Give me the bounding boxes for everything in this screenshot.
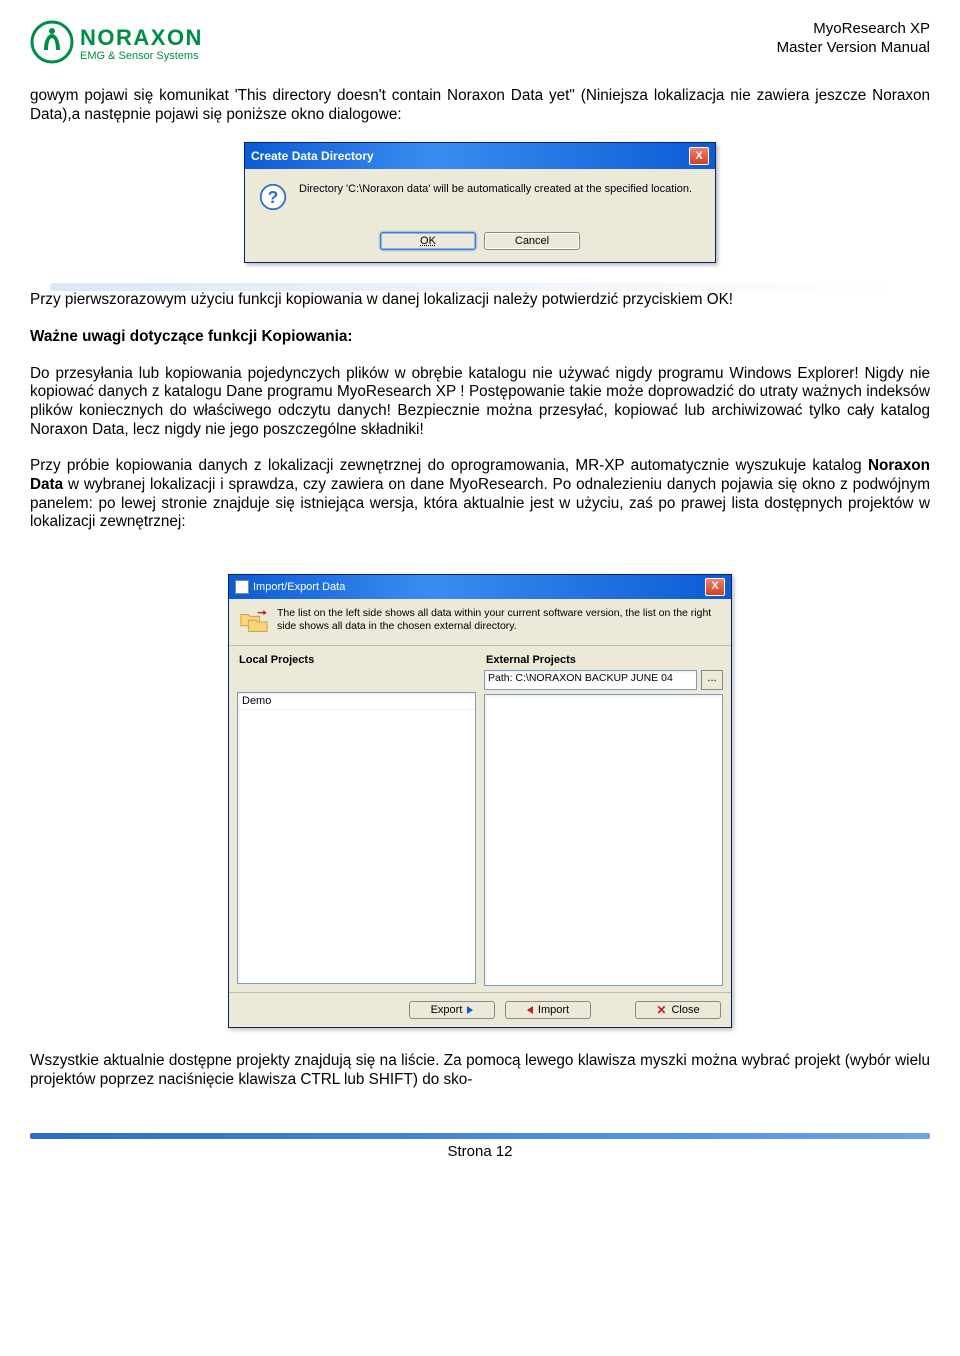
- dialog-import-export-wrap: Import/Export Data X The list on the lef…: [30, 574, 930, 1028]
- dialog-create-directory-wrap: Create Data Directory X ? Directory 'C:\…: [30, 142, 930, 263]
- dialog-create-directory: Create Data Directory X ? Directory 'C:\…: [244, 142, 716, 263]
- dialog2-info: The list on the left side shows all data…: [229, 599, 731, 646]
- logo-line2: EMG & Sensor Systems: [80, 51, 203, 62]
- external-projects-label: External Projects: [484, 652, 723, 670]
- external-projects-list[interactable]: [484, 694, 723, 986]
- logo-line1: NORAXON: [80, 27, 203, 49]
- local-projects-list[interactable]: Demo: [237, 692, 476, 984]
- external-path-field[interactable]: Path: C:\NORAXON BACKUP JUNE 04: [484, 670, 697, 690]
- folder-transfer-icon: [239, 607, 269, 637]
- paragraph-3-heading: Ważne uwagi dotyczące funkcji Kopiowania…: [30, 328, 930, 347]
- document-icon: [235, 580, 249, 594]
- page-header: NORAXON EMG & Sensor Systems MyoResearch…: [30, 20, 930, 69]
- paragraph-4: Do przesyłania lub kopiowania pojedynczy…: [30, 365, 930, 440]
- local-projects-panel: Local Projects Demo: [237, 652, 476, 986]
- paragraph-2: Przy pierwszorazowym użyciu funkcji kopi…: [30, 291, 930, 310]
- cancel-button[interactable]: Cancel: [484, 232, 580, 250]
- dialog2-title-left: Import/Export Data: [235, 580, 345, 594]
- header-right: MyoResearch XP Master Version Manual: [777, 20, 930, 58]
- close-button[interactable]: ✕ Close: [635, 1001, 721, 1019]
- body: gowym pojawi się komunikat 'This directo…: [30, 87, 930, 1089]
- paragraph-6: Wszystkie aktualnie dostępne projekty zn…: [30, 1052, 930, 1089]
- ok-button[interactable]: OK: [380, 232, 476, 250]
- doc-title-1: MyoResearch XP: [777, 20, 930, 39]
- dialog2-title: Import/Export Data: [253, 581, 345, 593]
- external-projects-panel: External Projects Path: C:\NORAXON BACKU…: [484, 652, 723, 986]
- paragraph-5: Przy próbie kopiowania danych z lokaliza…: [30, 457, 930, 532]
- page: NORAXON EMG & Sensor Systems MyoResearch…: [0, 0, 960, 1117]
- external-path-row: Path: C:\NORAXON BACKUP JUNE 04 ...: [484, 670, 723, 690]
- logo-mark-icon: [30, 20, 74, 69]
- svg-text:?: ?: [268, 187, 279, 207]
- x-icon: ✕: [656, 1004, 666, 1016]
- doc-title-2: Master Version Manual: [777, 39, 930, 58]
- dialog1-buttons: OK Cancel: [245, 228, 715, 262]
- browse-button[interactable]: ...: [701, 670, 723, 690]
- export-button[interactable]: Export: [409, 1001, 495, 1019]
- list-item[interactable]: Demo: [238, 693, 475, 710]
- dialog1-body: ? Directory 'C:\Noraxon data' will be au…: [245, 169, 715, 228]
- dialog-import-export: Import/Export Data X The list on the lef…: [228, 574, 732, 1028]
- p5-part-a: Przy próbie kopiowania danych z lokaliza…: [30, 457, 868, 474]
- dialog-shadow: [50, 283, 900, 291]
- import-button[interactable]: Import: [505, 1001, 591, 1019]
- dialog1-title: Create Data Directory: [251, 149, 374, 163]
- question-icon: ?: [259, 183, 287, 214]
- dialog2-info-text: The list on the left side shows all data…: [277, 607, 721, 633]
- panel-spacer: [237, 670, 476, 692]
- dialog2-titlebar: Import/Export Data X: [229, 575, 731, 599]
- dialog2-footer: Export Import ✕ Close: [229, 992, 731, 1027]
- dialog1-message: Directory 'C:\Noraxon data' will be auto…: [299, 183, 701, 214]
- paragraph-1: gowym pojawi się komunikat 'This directo…: [30, 87, 930, 124]
- dialog1-titlebar: Create Data Directory X: [245, 143, 715, 169]
- dialog2-panels: Local Projects Demo External Projects Pa…: [229, 646, 731, 992]
- import-label: Import: [538, 1004, 569, 1016]
- close-icon[interactable]: X: [705, 578, 725, 596]
- p5-part-b: w wybranej lokalizacji i sprawdza, czy z…: [30, 476, 930, 530]
- logo: NORAXON EMG & Sensor Systems: [30, 20, 203, 69]
- export-label: Export: [431, 1004, 463, 1016]
- arrow-left-icon: [527, 1006, 533, 1014]
- local-projects-label: Local Projects: [237, 652, 476, 670]
- page-number: Strona 12: [0, 1139, 960, 1168]
- close-label: Close: [671, 1004, 699, 1016]
- close-icon[interactable]: X: [689, 147, 709, 165]
- logo-text: NORAXON EMG & Sensor Systems: [80, 27, 203, 62]
- arrow-right-icon: [467, 1006, 473, 1014]
